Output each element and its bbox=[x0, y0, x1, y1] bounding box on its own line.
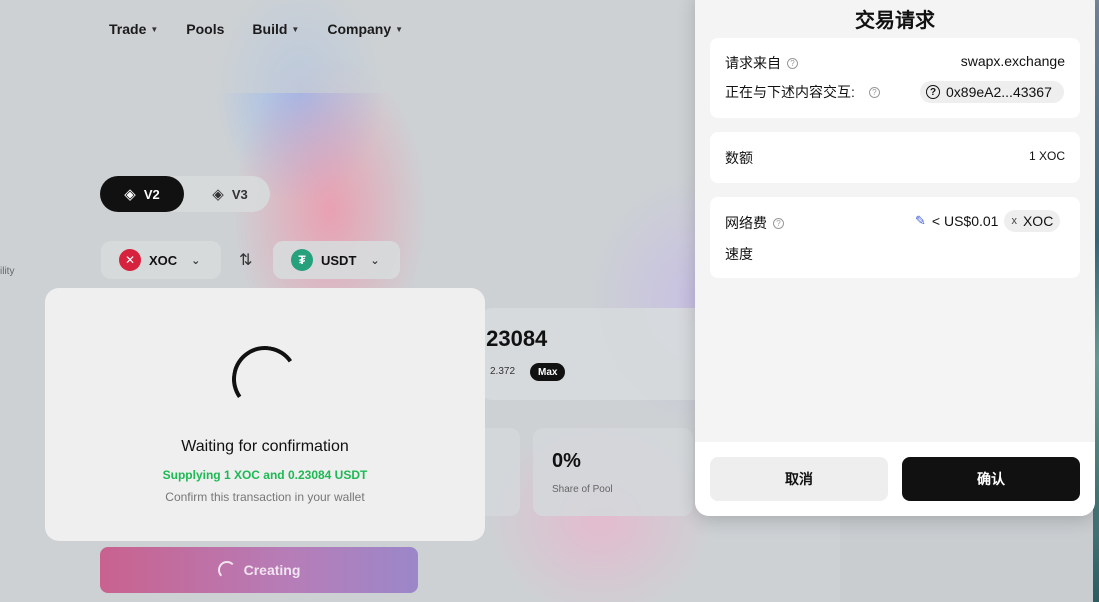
confirm-button[interactable]: 确认 bbox=[902, 457, 1080, 501]
fee-label: 网络费 ? bbox=[725, 213, 784, 233]
contract-address-pill[interactable]: ? 0x89eA2...43367 bbox=[920, 81, 1064, 103]
amount-info-card bbox=[710, 132, 1080, 183]
token-a-symbol: XOC bbox=[149, 252, 178, 268]
speed-label: 速度 bbox=[725, 246, 753, 262]
interacting-label: 正在与下述内容交互: ? bbox=[725, 82, 880, 102]
diamond-icon: ◈ bbox=[212, 186, 224, 203]
fee-token-x: x bbox=[1011, 215, 1017, 227]
help-icon[interactable]: ? bbox=[773, 217, 784, 229]
swap-arrows-icon[interactable]: ⇅ bbox=[239, 250, 252, 270]
spinner-icon bbox=[217, 561, 236, 579]
version-v2-label: V2 bbox=[143, 186, 160, 202]
interacting-text: 正在与下述内容交互: bbox=[725, 84, 855, 100]
amount-value: .23084 bbox=[480, 326, 548, 351]
version-v3-label: V3 bbox=[231, 186, 248, 202]
caret-down-icon: ▼ bbox=[291, 24, 300, 34]
nav-pools[interactable]: Pools bbox=[186, 20, 224, 38]
nav-company-label: Company bbox=[327, 21, 392, 37]
nav-trade-label: Trade bbox=[109, 21, 147, 37]
request-from-label: 请求来自 ? bbox=[725, 53, 798, 73]
chevron-down-icon: ⌄ bbox=[191, 254, 201, 267]
fee-value: < US$0.01 bbox=[931, 213, 999, 229]
wallet-title: 交易请求 bbox=[855, 10, 935, 32]
edit-pencil-icon[interactable]: ✎ bbox=[915, 213, 926, 229]
creating-label: Creating bbox=[243, 562, 301, 578]
supply-summary: Supplying 1 XOC and 0.23084 USDT bbox=[162, 468, 368, 482]
token-b-select[interactable]: ₮ USDT ⌄ bbox=[273, 241, 400, 279]
share-label: Share of Pool bbox=[552, 484, 613, 495]
token-b-symbol: USDT bbox=[321, 252, 357, 268]
nav-build[interactable]: Build ▼ bbox=[252, 20, 299, 38]
contract-address: 0x89eA2...43367 bbox=[946, 84, 1052, 100]
waiting-title: Waiting for confirmation bbox=[181, 438, 349, 455]
version-toggle: ◈ V2 ◈ V3 bbox=[100, 176, 270, 212]
help-icon[interactable]: ? bbox=[787, 57, 798, 69]
help-icon[interactable]: ? bbox=[868, 86, 880, 98]
version-v3-button[interactable]: ◈ V3 bbox=[194, 176, 266, 212]
fee-token-symbol: XOC bbox=[1022, 213, 1054, 229]
share-value: 0% bbox=[552, 450, 581, 472]
max-button[interactable]: Max bbox=[530, 363, 566, 381]
side-label: ility bbox=[0, 266, 15, 277]
xoc-token-icon: ✕ bbox=[119, 249, 141, 271]
version-v2-button[interactable]: ◈ V2 bbox=[100, 176, 184, 212]
nav-trade[interactable]: Trade ▼ bbox=[109, 20, 158, 38]
unknown-contract-icon: ? bbox=[926, 85, 940, 99]
nav-build-label: Build bbox=[252, 21, 288, 37]
request-from-value: swapx.exchange bbox=[960, 53, 1065, 69]
wallet-hint: Confirm this transaction in your wallet bbox=[165, 490, 365, 504]
fee-value-row: ✎ < US$0.01 x XOC bbox=[915, 210, 1061, 232]
request-from-text: 请求来自 bbox=[725, 55, 781, 71]
main-nav: Trade ▼ Pools Build ▼ Company ▼ bbox=[109, 20, 403, 38]
amount-info-value: 1 XOC bbox=[1028, 149, 1065, 163]
amount-label: 数额 bbox=[725, 150, 753, 166]
caret-down-icon: ▼ bbox=[395, 24, 404, 34]
request-info-card bbox=[710, 38, 1080, 118]
usdt-token-icon: ₮ bbox=[291, 249, 313, 271]
fee-token-pill: x XOC bbox=[1004, 210, 1061, 232]
diamond-icon: ◈ bbox=[124, 186, 136, 203]
nav-company[interactable]: Company ▼ bbox=[327, 20, 403, 38]
caret-down-icon: ▼ bbox=[150, 24, 159, 34]
cancel-button[interactable]: 取消 bbox=[710, 457, 888, 501]
balance-value: 2.372 bbox=[490, 366, 516, 377]
token-a-select[interactable]: ✕ XOC ⌄ bbox=[101, 241, 221, 279]
creating-button[interactable]: Creating bbox=[100, 547, 418, 593]
nav-pools-label: Pools bbox=[186, 21, 225, 37]
fee-text: 网络费 bbox=[725, 215, 767, 231]
chevron-down-icon: ⌄ bbox=[370, 254, 380, 267]
